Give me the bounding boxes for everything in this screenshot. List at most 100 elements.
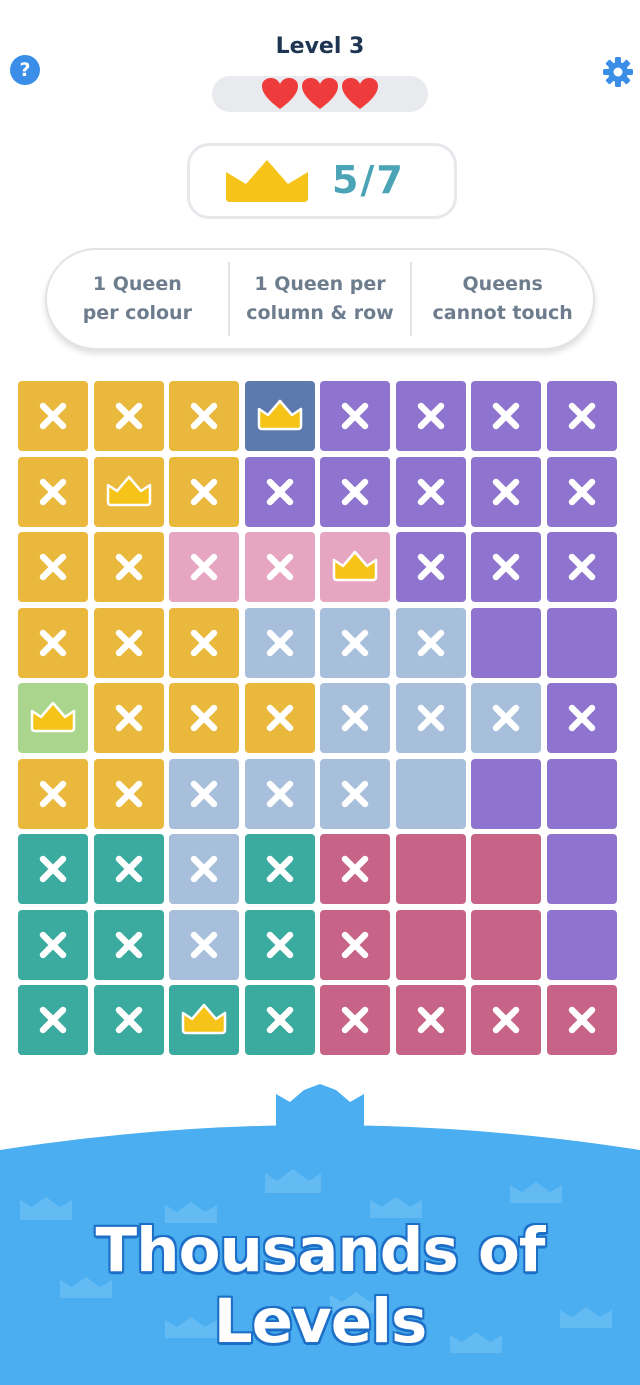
board-cell[interactable] <box>18 985 88 1055</box>
board-cell[interactable] <box>169 683 239 753</box>
board-cell[interactable] <box>320 910 390 980</box>
board-cell[interactable] <box>396 985 466 1055</box>
board-cell[interactable] <box>547 381 617 451</box>
board-cell[interactable] <box>396 910 466 980</box>
cross-icon <box>39 478 67 506</box>
crown-icon <box>30 701 76 733</box>
board-cell[interactable] <box>471 457 541 527</box>
crown-icon <box>106 475 152 507</box>
board-cell[interactable] <box>94 759 164 829</box>
board-cell[interactable] <box>94 457 164 527</box>
board-cell[interactable] <box>547 457 617 527</box>
board-cell[interactable] <box>320 608 390 678</box>
board-cell[interactable] <box>18 683 88 753</box>
board-cell[interactable] <box>245 683 315 753</box>
board-cell[interactable] <box>471 608 541 678</box>
cross-icon <box>417 402 445 430</box>
board-cell[interactable] <box>18 381 88 451</box>
cross-icon <box>568 402 596 430</box>
board-cell[interactable] <box>245 834 315 904</box>
board-cell[interactable] <box>396 532 466 602</box>
cross-icon <box>341 931 369 959</box>
board-cell[interactable] <box>471 532 541 602</box>
board-cell[interactable] <box>18 457 88 527</box>
queen-counter: 5/7 <box>187 143 457 219</box>
cross-icon <box>190 704 218 732</box>
banner-tagline: Thousands of Levels <box>95 1215 546 1357</box>
board-cell[interactable] <box>471 683 541 753</box>
cross-icon <box>39 855 67 883</box>
board-cell[interactable] <box>320 683 390 753</box>
board-cell[interactable] <box>245 910 315 980</box>
board-cell[interactable] <box>18 910 88 980</box>
board-cell[interactable] <box>169 457 239 527</box>
game-board <box>18 381 618 1057</box>
board-cell[interactable] <box>169 985 239 1055</box>
board-cell[interactable] <box>471 381 541 451</box>
cross-icon <box>39 1006 67 1034</box>
board-cell[interactable] <box>245 457 315 527</box>
board-cell[interactable] <box>94 532 164 602</box>
board-cell[interactable] <box>245 532 315 602</box>
board-cell[interactable] <box>320 381 390 451</box>
board-cell[interactable] <box>245 759 315 829</box>
cross-icon <box>190 402 218 430</box>
board-cell[interactable] <box>471 759 541 829</box>
board-cell[interactable] <box>18 834 88 904</box>
board-cell[interactable] <box>169 834 239 904</box>
board-cell[interactable] <box>471 985 541 1055</box>
board-cell[interactable] <box>169 759 239 829</box>
board-cell[interactable] <box>94 381 164 451</box>
board-cell[interactable] <box>169 381 239 451</box>
cross-icon <box>492 704 520 732</box>
board-cell[interactable] <box>169 910 239 980</box>
cross-icon <box>568 704 596 732</box>
board-cell[interactable] <box>245 381 315 451</box>
board-cell[interactable] <box>320 985 390 1055</box>
board-cell[interactable] <box>320 834 390 904</box>
cross-icon <box>190 478 218 506</box>
cross-icon <box>115 629 143 657</box>
board-cell[interactable] <box>547 910 617 980</box>
board-cell[interactable] <box>320 532 390 602</box>
board-cell[interactable] <box>18 608 88 678</box>
board-cell[interactable] <box>547 608 617 678</box>
board-cell[interactable] <box>471 834 541 904</box>
board-cell[interactable] <box>396 457 466 527</box>
board-cell[interactable] <box>396 759 466 829</box>
board-cell[interactable] <box>396 683 466 753</box>
board-cell[interactable] <box>94 834 164 904</box>
cross-icon <box>492 1006 520 1034</box>
board-cell[interactable] <box>547 985 617 1055</box>
board-cell[interactable] <box>471 910 541 980</box>
board-cell[interactable] <box>169 608 239 678</box>
board-cell[interactable] <box>94 608 164 678</box>
board-cell[interactable] <box>547 834 617 904</box>
cross-icon <box>341 855 369 883</box>
board-cell[interactable] <box>94 910 164 980</box>
board-cell[interactable] <box>94 985 164 1055</box>
board-cell[interactable] <box>547 532 617 602</box>
heart-icon <box>302 78 338 109</box>
cross-icon <box>266 629 294 657</box>
board-cell[interactable] <box>320 457 390 527</box>
cross-icon <box>39 553 67 581</box>
board-cell[interactable] <box>245 985 315 1055</box>
board-cell[interactable] <box>547 683 617 753</box>
cross-icon <box>115 780 143 808</box>
help-button[interactable]: ? <box>10 55 40 85</box>
board-cell[interactable] <box>245 608 315 678</box>
board-cell[interactable] <box>169 532 239 602</box>
board-cell[interactable] <box>396 381 466 451</box>
board-cell[interactable] <box>94 683 164 753</box>
board-cell[interactable] <box>18 532 88 602</box>
board-cell[interactable] <box>547 759 617 829</box>
cross-icon <box>266 553 294 581</box>
board-cell[interactable] <box>396 608 466 678</box>
board-cell[interactable] <box>320 759 390 829</box>
cross-icon <box>568 553 596 581</box>
board-cell[interactable] <box>396 834 466 904</box>
board-cell[interactable] <box>18 759 88 829</box>
settings-gear-icon[interactable] <box>602 56 634 88</box>
heart-icon <box>342 78 378 109</box>
